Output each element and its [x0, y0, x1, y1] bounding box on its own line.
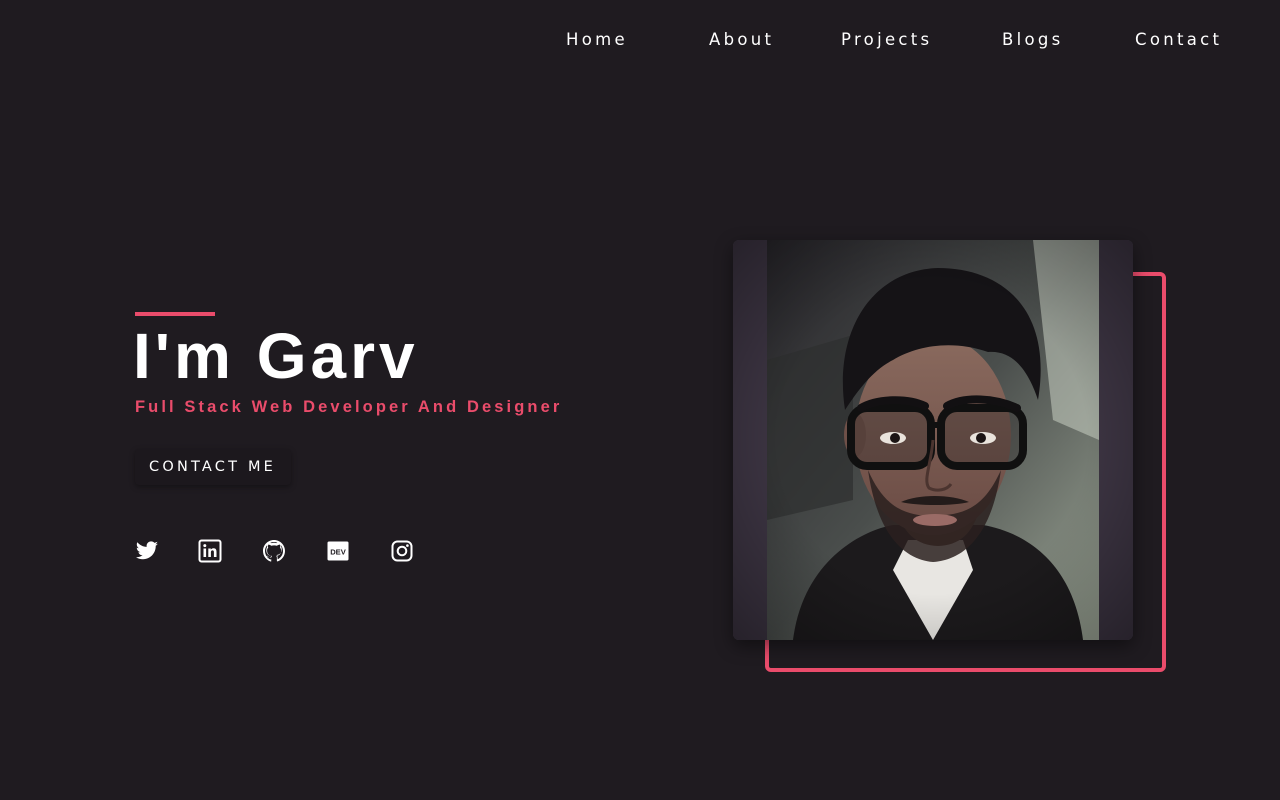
hero-title: I'm Garv: [133, 320, 419, 392]
profile-photo: [733, 240, 1133, 640]
instagram-icon[interactable]: [390, 539, 414, 563]
top-nav: Home About Projects Blogs Contact: [0, 28, 1280, 54]
linkedin-icon[interactable]: [198, 539, 222, 563]
nav-link-blogs[interactable]: Blogs: [1002, 28, 1064, 52]
nav-link-projects[interactable]: Projects: [841, 28, 932, 52]
nav-link-about[interactable]: About: [709, 28, 774, 52]
portfolio-page: Home About Projects Blogs Contact I'm Ga…: [0, 0, 1280, 800]
nav-link-home[interactable]: Home: [566, 28, 628, 52]
title-accent-line: [135, 312, 215, 316]
twitter-icon[interactable]: [135, 539, 159, 563]
github-icon[interactable]: [262, 539, 286, 563]
nav-link-contact[interactable]: Contact: [1135, 28, 1222, 52]
hero-subtitle: Full Stack Web Developer And Designer: [135, 398, 563, 416]
contact-me-button[interactable]: CONTACT ME: [135, 449, 291, 485]
svg-text:DEV: DEV: [330, 547, 347, 556]
dev-icon[interactable]: DEV: [326, 539, 350, 563]
